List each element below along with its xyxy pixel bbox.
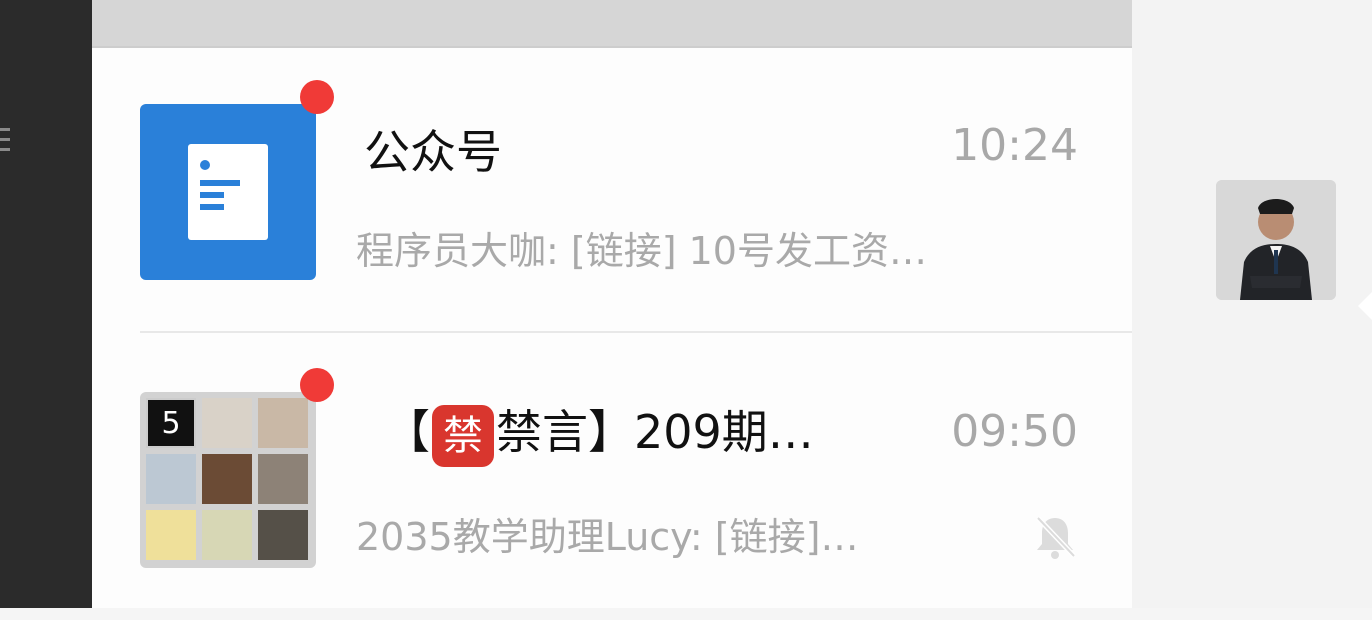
bell-muted-icon	[1036, 516, 1076, 559]
chat-preview: 程序员大咖: [链接] 10号发工资…	[356, 229, 927, 273]
chat-preview: 2035教学助理Lucy: [链接]…	[356, 515, 859, 559]
chat-name: 公众号	[364, 125, 502, 179]
group-member-avatar	[146, 510, 196, 560]
unread-badge	[300, 80, 334, 114]
group-avatar-grid: 5	[146, 398, 310, 562]
chat-list: 公众号 10:24 程序员大咖: [链接] 10号发工资… 5 【禁禁言】209…	[92, 0, 1132, 608]
search-bar-area	[92, 0, 1132, 48]
group-member-avatar	[258, 398, 308, 448]
group-member-avatar	[146, 454, 196, 504]
chat-name-suffix: 禁言】209期…	[496, 405, 814, 459]
chat-time: 10:24	[951, 120, 1078, 171]
chat-name-prefix: 【	[384, 405, 430, 459]
chat-item-official-accounts[interactable]: 公众号 10:24 程序员大咖: [链接] 10号发工资…	[92, 48, 1132, 334]
official-accounts-avatar	[140, 104, 316, 280]
menu-icon[interactable]	[0, 128, 10, 164]
group-member-avatar	[202, 454, 252, 504]
group-member-avatar	[258, 510, 308, 560]
chat-panel	[1132, 0, 1372, 608]
document-icon	[188, 144, 268, 240]
chat-divider	[140, 331, 1132, 333]
chat-item-group[interactable]: 5 【禁禁言】209期… 09:50 2035教学助理Lucy: [链接]…	[92, 334, 1132, 620]
chat-name: 【禁禁言】209期…	[384, 396, 814, 467]
message-bubble-pointer	[1358, 292, 1372, 320]
group-member-avatar	[202, 398, 252, 448]
unread-badge	[300, 368, 334, 402]
ban-emoji-icon: 禁	[432, 404, 494, 467]
group-member-avatar	[202, 510, 252, 560]
group-member-avatar	[258, 454, 308, 504]
group-avatar: 5	[140, 392, 316, 568]
group-member-avatar: 5	[146, 398, 196, 448]
contact-avatar[interactable]	[1216, 180, 1336, 300]
app-sidebar	[0, 0, 92, 608]
person-photo	[1216, 180, 1336, 300]
chat-time: 09:50	[951, 406, 1078, 457]
